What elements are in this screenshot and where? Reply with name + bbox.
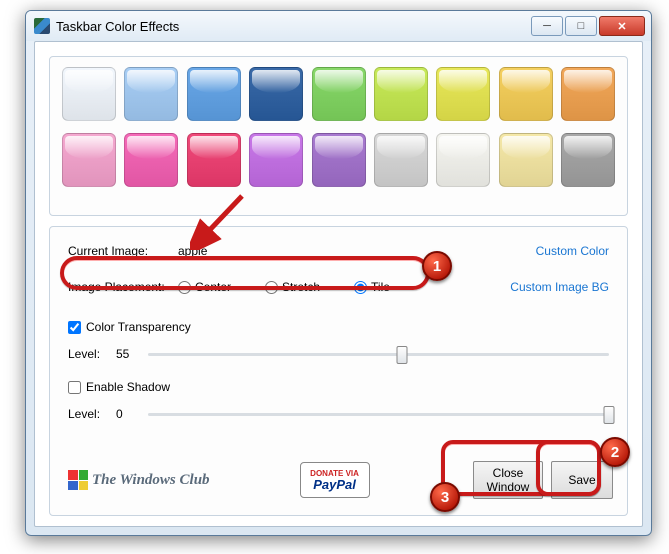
- footer-row: The Windows Club DONATE VIA PayPal Close…: [68, 455, 613, 505]
- placement-stretch-option[interactable]: Stretch: [265, 280, 320, 294]
- color-swatch[interactable]: [187, 133, 241, 187]
- transparency-slider[interactable]: [148, 345, 609, 363]
- color-swatch[interactable]: [499, 133, 553, 187]
- enable-shadow-input[interactable]: [68, 381, 81, 394]
- color-swatch[interactable]: [436, 133, 490, 187]
- color-transparency-input[interactable]: [68, 321, 81, 334]
- paypal-donate-button[interactable]: DONATE VIA PayPal: [300, 462, 370, 498]
- app-window: Taskbar Color Effects ─ □ ✕ Current Imag…: [25, 10, 652, 536]
- color-swatch[interactable]: [62, 67, 116, 121]
- custom-image-bg-link[interactable]: Custom Image BG: [510, 280, 609, 294]
- swatch-row-1: [62, 67, 615, 121]
- color-swatch[interactable]: [249, 67, 303, 121]
- close-button[interactable]: ✕: [599, 16, 645, 36]
- transparency-level-value: 55: [116, 347, 148, 361]
- color-swatch[interactable]: [561, 133, 615, 187]
- color-swatch[interactable]: [499, 67, 553, 121]
- color-swatch[interactable]: [312, 133, 366, 187]
- window-title: Taskbar Color Effects: [56, 19, 529, 34]
- placement-tile-option[interactable]: Tile: [354, 280, 390, 294]
- color-swatch[interactable]: [374, 67, 428, 121]
- shadow-slider-thumb[interactable]: [604, 406, 615, 424]
- enable-shadow-checkbox[interactable]: Enable Shadow: [68, 380, 170, 394]
- save-button[interactable]: Save: [551, 461, 613, 499]
- shadow-level-value: 0: [116, 407, 148, 421]
- custom-color-link[interactable]: Custom Color: [536, 244, 609, 258]
- annotation-badge-2: 2: [600, 437, 630, 467]
- annotation-badge-3: 3: [430, 482, 460, 512]
- placement-stretch-radio[interactable]: [265, 281, 278, 294]
- placement-center-option[interactable]: Center: [178, 280, 231, 294]
- close-window-button[interactable]: Close Window: [473, 461, 543, 499]
- current-image-value: apple: [178, 244, 207, 258]
- placement-tile-radio[interactable]: [354, 281, 367, 294]
- transparency-slider-thumb[interactable]: [396, 346, 407, 364]
- annotation-badge-1: 1: [422, 251, 452, 281]
- color-swatch[interactable]: [62, 133, 116, 187]
- app-icon: [34, 18, 50, 34]
- color-swatch[interactable]: [187, 67, 241, 121]
- color-swatch[interactable]: [249, 133, 303, 187]
- shadow-slider[interactable]: [148, 405, 609, 423]
- minimize-button[interactable]: ─: [531, 16, 563, 36]
- windows-club-logo[interactable]: The Windows Club: [68, 470, 210, 490]
- windows-flag-icon: [68, 470, 88, 490]
- color-palette-panel: [49, 56, 628, 216]
- image-placement-label: Image Placement:: [68, 280, 178, 294]
- titlebar[interactable]: Taskbar Color Effects ─ □ ✕: [26, 11, 651, 41]
- client-area: Current Image: apple Custom Color Image …: [34, 41, 643, 527]
- image-placement-group: Center Stretch Tile: [178, 280, 390, 294]
- transparency-level-label: Level:: [68, 347, 116, 361]
- swatch-row-2: [62, 133, 615, 187]
- shadow-level-label: Level:: [68, 407, 116, 421]
- color-swatch[interactable]: [124, 133, 178, 187]
- color-swatch[interactable]: [124, 67, 178, 121]
- settings-panel: Current Image: apple Custom Color Image …: [49, 226, 628, 516]
- color-swatch[interactable]: [561, 67, 615, 121]
- maximize-button[interactable]: □: [565, 16, 597, 36]
- current-image-label: Current Image:: [68, 244, 178, 258]
- placement-center-radio[interactable]: [178, 281, 191, 294]
- color-swatch[interactable]: [436, 67, 490, 121]
- color-swatch[interactable]: [374, 133, 428, 187]
- color-swatch[interactable]: [312, 67, 366, 121]
- color-transparency-checkbox[interactable]: Color Transparency: [68, 320, 191, 334]
